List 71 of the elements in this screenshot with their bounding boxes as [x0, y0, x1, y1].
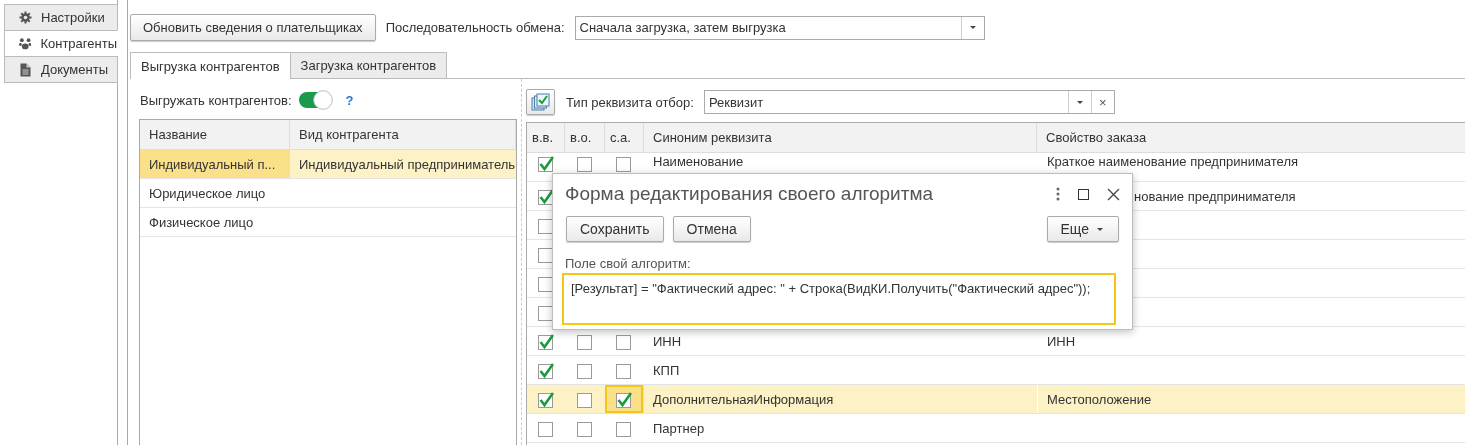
checkbox[interactable]: [616, 390, 632, 408]
maximize-icon[interactable]: [1078, 188, 1089, 200]
order-property: Краткое наименование предпринимателя: [1047, 154, 1298, 169]
more-button[interactable]: Еще: [1046, 216, 1119, 242]
attribute-name: КПП: [652, 361, 681, 380]
dropdown-arrow-icon: [1095, 226, 1105, 232]
checkbox[interactable]: [616, 361, 632, 379]
attribute-name: ИНН: [652, 332, 683, 351]
checklist-icon: [531, 93, 550, 111]
column-header[interactable]: в.в.: [527, 123, 565, 152]
checkbox[interactable]: [537, 419, 554, 437]
checkbox[interactable]: [576, 419, 593, 437]
column-header[interactable]: Свойство заказа: [1037, 123, 1465, 152]
column-header[interactable]: Синоним реквизита: [644, 123, 1037, 152]
checkbox[interactable]: [537, 332, 554, 350]
checkbox[interactable]: [537, 274, 554, 292]
paw-icon: [19, 36, 32, 51]
checkbox[interactable]: [576, 390, 593, 408]
table-cell-text: Индивидуальный предприниматель: [298, 155, 516, 174]
filter-label: Тип реквизита отбор:: [566, 94, 694, 110]
algorithm-field[interactable]: [Результат] = "Фактический адрес: " + Строка(ВидКИ.Получить("Фактический адрес"));: [562, 273, 1116, 325]
attribute-name: Партнер: [652, 419, 706, 438]
checkbox[interactable]: [576, 361, 593, 379]
toggle-label: Выгружать контрагентов:: [140, 92, 292, 108]
field-label: Поле свой алгоритм:: [565, 256, 691, 271]
table-cell: Индивидуальный п...: [140, 150, 290, 178]
document-icon: [19, 62, 32, 77]
checkbox[interactable]: [576, 332, 593, 350]
column-header[interactable]: Название: [140, 120, 290, 149]
help-link[interactable]: ?: [345, 92, 354, 108]
cancel-button[interactable]: Отмена: [672, 216, 751, 242]
checkbox[interactable]: [537, 361, 554, 379]
refresh-button[interactable]: Обновить сведения о плательщиках: [130, 14, 376, 41]
checkbox[interactable]: [537, 154, 554, 172]
clear-button[interactable]: ×: [1090, 91, 1114, 113]
more-icon[interactable]: [1056, 187, 1060, 201]
save-button[interactable]: Сохранить: [566, 216, 664, 242]
sidebar-tab[interactable]: Контрагенты: [4, 30, 118, 57]
selected-row[interactable]: ДополнительнаяИнформация Местоположение: [527, 385, 1465, 414]
order-property: ИНН: [1047, 333, 1076, 349]
attribute-name: ДополнительнаяИнформация: [652, 390, 835, 409]
table-cell-text: Физическое лицо: [148, 213, 255, 232]
close-icon[interactable]: [1107, 187, 1120, 201]
checkbox[interactable]: [537, 303, 554, 321]
column-header[interactable]: с.а.: [605, 123, 644, 152]
column-header[interactable]: в.о.: [565, 123, 605, 152]
dialog-title: Форма редактирования своего алгоритма: [565, 183, 935, 205]
attribute-type-field[interactable]: Реквизит ×: [703, 90, 1115, 114]
checkbox[interactable]: [616, 332, 632, 350]
sidebar-tab[interactable]: Настройки: [4, 4, 118, 31]
gear-icon: [19, 10, 32, 25]
order-property: Местоположение: [1047, 391, 1152, 407]
checkbox[interactable]: [537, 216, 554, 234]
table-cell-text: Юридическое лицо: [148, 184, 267, 203]
check-all-button[interactable]: [526, 89, 555, 115]
checkbox[interactable]: [576, 154, 593, 172]
exchange-order-field[interactable]: Сначала загрузка, затем выгрузка: [574, 15, 985, 40]
checkbox[interactable]: [537, 187, 554, 205]
column-header[interactable]: Вид контрагента: [290, 120, 516, 149]
tab[interactable]: Загрузка контрагентов: [289, 52, 448, 78]
checkbox[interactable]: [537, 245, 554, 263]
selected-row[interactable]: Индивидуальный п... Индивидуальный предприниматель: [140, 150, 516, 179]
sidebar-tab[interactable]: Документы: [4, 56, 118, 83]
tab[interactable]: Выгрузка контрагентов: [130, 52, 291, 79]
attribute-name: Наименование: [652, 153, 745, 171]
toggle-switch[interactable]: [297, 90, 334, 110]
checkbox[interactable]: [537, 390, 554, 408]
order-property: нование предпринимателя: [1134, 188, 1296, 204]
exchange-order-label: Последовательность обмена:: [385, 20, 565, 35]
checkbox[interactable]: [616, 154, 632, 172]
checkbox[interactable]: [616, 419, 632, 437]
